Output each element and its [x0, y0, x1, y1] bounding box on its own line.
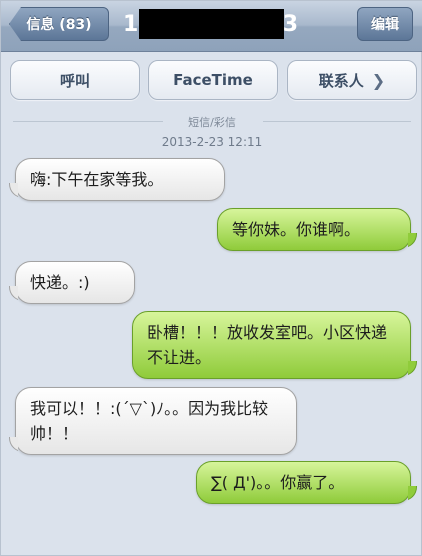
redaction-bar: [139, 9, 284, 39]
contact-button[interactable]: 联系人 ❯: [287, 60, 417, 100]
edit-button[interactable]: 编辑: [357, 7, 413, 41]
contact-action-row: 呼叫 FaceTime 联系人 ❯: [1, 56, 422, 110]
incoming-message[interactable]: 我可以！！:(´▽`)ﾉ。。因为我比较帅！！: [15, 387, 297, 455]
edit-button-label: 编辑: [371, 17, 399, 33]
message-text: 快递。:): [30, 273, 90, 292]
call-button[interactable]: 呼叫: [10, 60, 140, 100]
message-text: 嗨:下午在家等我。: [30, 170, 164, 189]
incoming-message[interactable]: 嗨:下午在家等我。: [15, 158, 225, 201]
message-text: 我可以！！:(´▽`)ﾉ。。因为我比较帅！！: [30, 399, 269, 443]
facetime-button-label: FaceTime: [173, 71, 253, 89]
message-type-label: 短信/彩信: [188, 116, 236, 129]
message-text: 等你妹。你谁啊。: [232, 220, 361, 239]
back-button-label: 信息 (83): [26, 17, 92, 33]
message-text: 卧槽！！！放收发室吧。小区快递不让进。: [147, 323, 388, 367]
title-last-digit: 3: [282, 11, 298, 37]
outgoing-message[interactable]: 等你妹。你谁啊。: [217, 208, 411, 251]
call-button-label: 呼叫: [59, 71, 90, 90]
contact-button-label: 联系人: [318, 71, 364, 90]
message-timestamp: 2013-2-23 12:11: [161, 135, 263, 149]
outgoing-message[interactable]: ∑( Д')。。你赢了。: [196, 461, 411, 504]
title-first-digit: 1: [123, 11, 139, 37]
back-to-messages-button[interactable]: 信息 (83): [9, 7, 109, 41]
message-text: ∑( Д')。。你赢了。: [211, 473, 345, 492]
conversation-title: 1 3: [123, 7, 298, 39]
phone-screen: 信息 (83) 1 3 编辑 呼叫 FaceTime 联系人 ❯ 短信/彩信 2…: [0, 0, 422, 556]
outgoing-message[interactable]: 卧槽！！！放收发室吧。小区快递不让进。: [132, 311, 411, 379]
navigation-bar: 信息 (83) 1 3 编辑: [1, 1, 422, 52]
chevron-right-icon: ❯: [371, 70, 386, 90]
incoming-message[interactable]: 快递。:): [15, 261, 135, 304]
facetime-button[interactable]: FaceTime: [148, 60, 278, 100]
